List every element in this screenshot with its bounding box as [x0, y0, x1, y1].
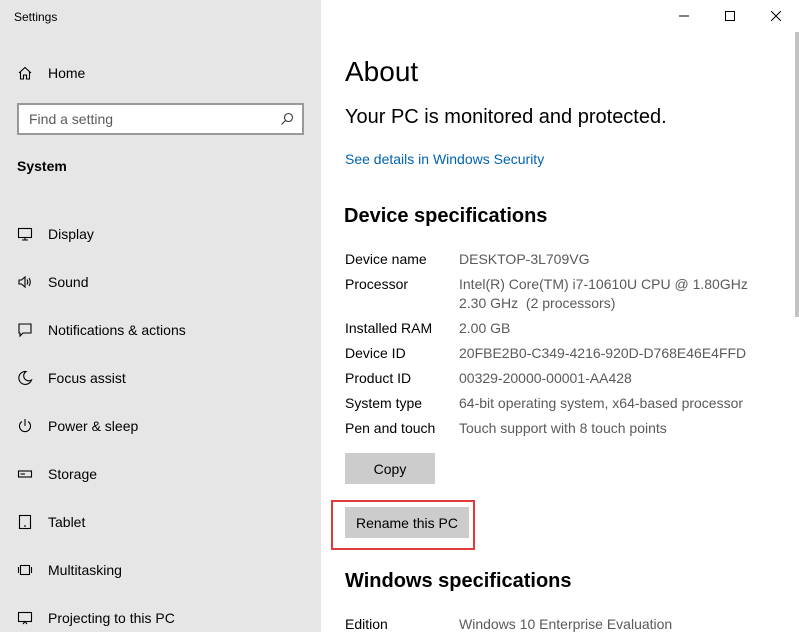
spec-label: Installed RAM [345, 320, 433, 336]
spec-row: Product ID 00329-20000-00001-AA428 [345, 369, 785, 388]
sidebar-item-notifications[interactable]: Notifications & actions [0, 306, 321, 354]
sidebar-item-storage[interactable]: Storage [0, 450, 321, 498]
spec-label: Processor [345, 276, 409, 292]
spec-row: Processor Intel(R) Core(TM) i7-10610U CP… [345, 275, 785, 313]
spec-row: Edition Windows 10 Enterprise Evaluation [345, 615, 785, 632]
section-label: System [17, 158, 67, 174]
sidebar-nav: Display Sound Notifications & actions Fo… [0, 210, 321, 632]
sidebar-item-home[interactable]: Home [0, 58, 321, 88]
spec-label: System type [345, 395, 423, 411]
minimize-icon [679, 15, 689, 17]
maximize-button[interactable] [707, 0, 753, 32]
spec-label: Edition [345, 616, 388, 632]
spec-label: Device name [345, 251, 427, 267]
multitasking-icon [0, 562, 48, 578]
sidebar-item-label: Display [48, 226, 94, 242]
search-input[interactable] [29, 111, 269, 127]
spec-label: Product ID [345, 370, 412, 386]
spec-row: Pen and touch Touch support with 8 touch… [345, 419, 785, 438]
device-specs-heading: Device specifications [344, 205, 548, 227]
sidebar-item-label: Tablet [48, 514, 86, 530]
storage-icon [0, 466, 48, 482]
sidebar-item-display[interactable]: Display [0, 210, 321, 258]
notifications-icon [0, 322, 48, 338]
device-specs-table: Device name DESKTOP-3L709VG Processor In… [345, 250, 785, 444]
sidebar-item-label: Power & sleep [48, 418, 139, 434]
minimize-button[interactable] [661, 0, 707, 32]
spec-row: Device ID 20FBE2B0-C349-4216-920D-D768E4… [345, 344, 785, 363]
spec-value: Windows 10 Enterprise Evaluation [459, 616, 673, 632]
sidebar-item-power-sleep[interactable]: Power & sleep [0, 402, 321, 450]
tablet-icon [0, 514, 48, 530]
spec-label: Device ID [345, 345, 406, 361]
window-controls [661, 0, 799, 32]
sidebar-item-focus-assist[interactable]: Focus assist [0, 354, 321, 402]
spec-row: Installed RAM 2.00 GB [345, 319, 785, 338]
spec-row: System type 64-bit operating system, x64… [345, 394, 785, 413]
page-title: About [345, 56, 419, 87]
sidebar-item-label: Storage [48, 466, 98, 482]
sidebar-item-label: Sound [48, 274, 89, 290]
windows-specs-heading: Windows specifications [345, 570, 572, 592]
maximize-icon [725, 11, 735, 21]
app-title: Settings [14, 10, 58, 24]
scrollbar[interactable] [795, 32, 799, 317]
sidebar-item-label: Notifications & actions [48, 322, 186, 338]
spec-row: Device name DESKTOP-3L709VG [345, 250, 785, 269]
sidebar-item-tablet[interactable]: Tablet [0, 498, 321, 546]
copy-button[interactable]: Copy [345, 453, 435, 484]
sound-icon [0, 274, 48, 290]
sidebar-item-multitasking[interactable]: Multitasking [0, 546, 321, 594]
projecting-icon [0, 610, 48, 626]
sidebar-item-projecting[interactable]: Projecting to this PC [0, 594, 321, 632]
search-box[interactable] [17, 103, 304, 135]
spec-value: DESKTOP-3L709VG [459, 251, 590, 267]
sidebar-item-sound[interactable]: Sound [0, 258, 321, 306]
sidebar-item-label: Projecting to this PC [48, 610, 175, 626]
close-icon [771, 11, 781, 21]
search-icon[interactable] [280, 112, 294, 126]
home-icon [0, 65, 48, 81]
spec-label: Pen and touch [345, 420, 436, 436]
highlight-box [331, 500, 475, 550]
sidebar: Settings Home System Display So [0, 0, 321, 632]
sidebar-item-label: Focus assist [48, 370, 126, 386]
display-icon [0, 226, 48, 242]
spec-value: 00329-20000-00001-AA428 [459, 370, 632, 386]
spec-value: 2.00 GB [459, 320, 511, 336]
power-icon [0, 418, 48, 434]
close-button[interactable] [753, 0, 799, 32]
focus-assist-icon [0, 370, 48, 386]
windows-security-link[interactable]: See details in Windows Security [345, 151, 544, 167]
spec-value: 64-bit operating system, x64-based proce… [459, 395, 744, 411]
spec-value: Intel(R) Core(TM) i7-10610U CPU @ 1.80GH… [459, 276, 760, 311]
windows-specs-table: Edition Windows 10 Enterprise Evaluation [345, 615, 785, 632]
sidebar-item-label: Multitasking [48, 562, 122, 578]
sidebar-item-label: Home [48, 65, 86, 81]
spec-value: 20FBE2B0-C349-4216-920D-D768E46E4FFD [459, 345, 747, 361]
protection-status: Your PC is monitored and protected. [345, 106, 667, 128]
spec-value: Touch support with 8 touch points [459, 420, 667, 436]
